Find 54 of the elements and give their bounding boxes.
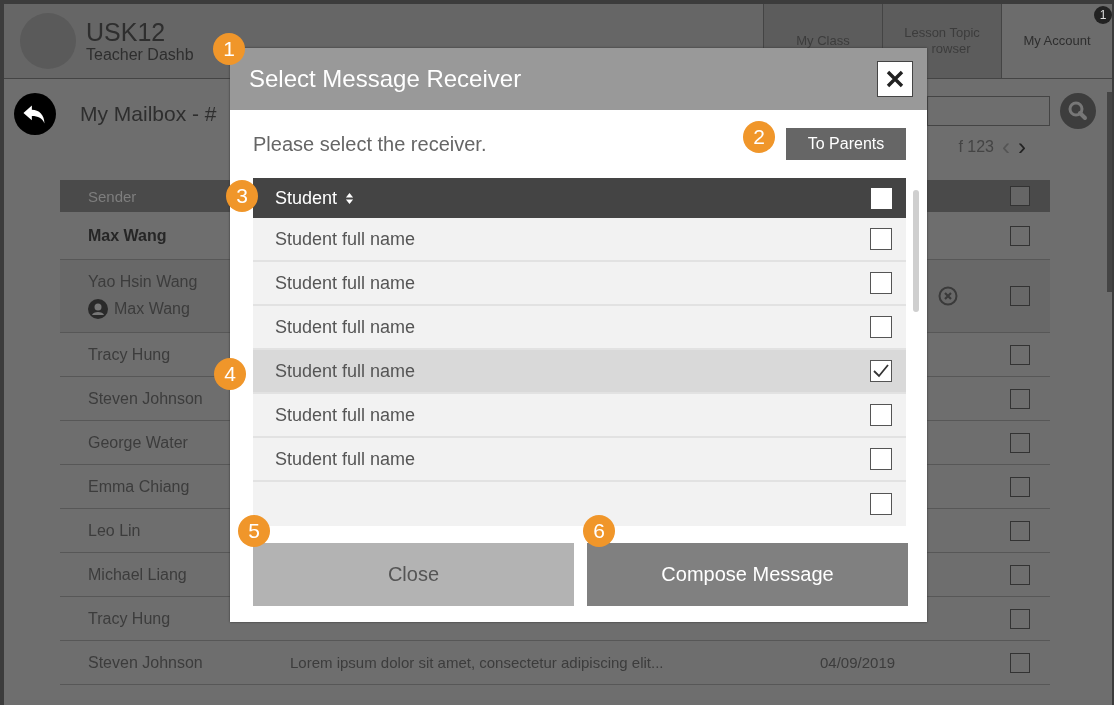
person-icon (88, 299, 108, 319)
student-row[interactable]: Student full name (253, 262, 906, 306)
close-button[interactable] (877, 61, 913, 97)
student-row[interactable]: Student full name (253, 218, 906, 262)
notification-badge: 1 (1094, 6, 1112, 24)
student-checkbox[interactable] (870, 404, 892, 426)
row-checkbox[interactable] (1010, 225, 1030, 246)
select-all-checkbox[interactable] (871, 187, 892, 209)
student-row[interactable]: Student full name (253, 394, 906, 438)
row-checkbox[interactable] (1010, 652, 1030, 673)
student-checkbox[interactable] (870, 493, 892, 515)
student-checkbox[interactable] (870, 448, 892, 470)
app-title: USK12 (86, 19, 167, 45)
student-checkbox[interactable] (870, 228, 892, 250)
student-checkbox[interactable] (870, 360, 892, 382)
student-checkbox[interactable] (870, 272, 892, 294)
row-checkbox[interactable] (1010, 564, 1030, 585)
close-icon (885, 69, 905, 89)
student-name: Student full name (275, 448, 416, 470)
student-name: Student full name (275, 272, 416, 294)
sender-name: Max Wang (88, 226, 167, 245)
row-checkbox[interactable] (1010, 344, 1030, 365)
callout-number: 4 (214, 358, 246, 390)
row-checkbox[interactable] (1010, 388, 1030, 409)
back-icon[interactable] (14, 93, 56, 135)
student-name: Student full name (275, 316, 416, 338)
nav-tab[interactable]: My Account 1 (1001, 4, 1112, 78)
student-name: Student full name (275, 360, 416, 382)
remove-icon[interactable] (938, 286, 958, 306)
close-dialog-button[interactable]: Close (253, 543, 574, 606)
search-field[interactable] (927, 96, 1050, 126)
row-checkbox[interactable] (1010, 520, 1030, 541)
student-name: Student full name (275, 404, 416, 426)
scrollbar-thumb[interactable] (913, 190, 919, 312)
select-all-checkbox[interactable] (1010, 186, 1030, 206)
search-icon[interactable] (1060, 93, 1096, 129)
next-page-button[interactable]: › (1018, 135, 1026, 159)
sort-icon[interactable] (345, 191, 355, 205)
row-checkbox[interactable] (1010, 286, 1030, 306)
student-checkbox[interactable] (870, 316, 892, 338)
dialog-title: Select Message Receiver (249, 65, 522, 93)
scrollbar[interactable] (1107, 92, 1112, 292)
column-header: Student (275, 187, 338, 209)
row-checkbox[interactable] (1010, 476, 1030, 497)
compose-button[interactable]: Compose Message (587, 543, 908, 606)
instruction-text: Please select the receiver. (253, 132, 487, 156)
mailbox-title: My Mailbox - # (80, 102, 217, 126)
row-checkbox[interactable] (1010, 432, 1030, 453)
to-parents-button[interactable]: To Parents (786, 128, 906, 160)
row-checkbox[interactable] (1010, 608, 1030, 629)
student-row[interactable]: Student full name (253, 350, 906, 394)
student-row[interactable]: Student full name (253, 438, 906, 482)
student-name: Student full name (275, 228, 416, 250)
app-subtitle: Teacher Dashb (86, 46, 194, 63)
